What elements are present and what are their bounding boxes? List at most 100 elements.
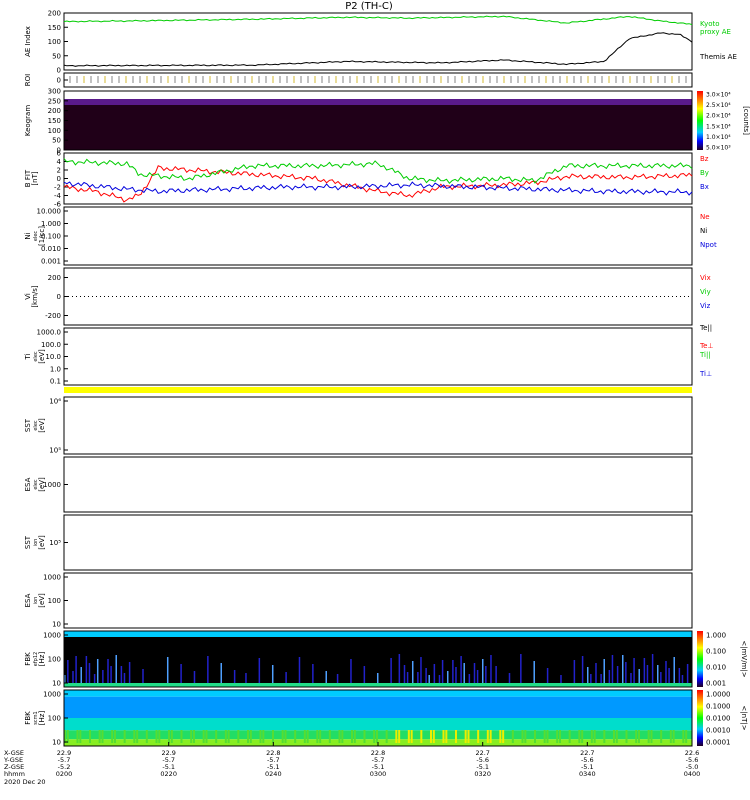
fbk_b-ytick-label: 100: [48, 715, 61, 723]
keogram-ytick-label: 150: [48, 117, 61, 125]
fbk-b-burst: [486, 730, 489, 743]
keogram-ylabel: Keogram: [24, 105, 32, 136]
fbk-e-burst: [220, 663, 222, 683]
temperature-ytick-label: 10.0: [45, 353, 61, 361]
fbk-e-burst: [533, 661, 535, 683]
temperature-ytick-label: 1.0: [50, 365, 61, 373]
fbk-e-burst: [406, 672, 409, 683]
fbk-e-burst: [452, 660, 454, 683]
fbk-e-burst: [85, 656, 88, 683]
fbk-e-burst: [586, 667, 589, 683]
fbk-b-burst: [373, 730, 376, 743]
fbk-e-burst: [336, 674, 339, 683]
fbk-e-colorbar-tick: 0.001: [706, 680, 726, 688]
keogram-colorbar-tick: 1.0×10⁴: [706, 134, 731, 141]
sst_ion-ylabel: SST: [24, 535, 32, 549]
fbk-e-burst: [686, 664, 689, 683]
fbk-b-burst: [635, 730, 638, 743]
fbk-e-burst: [350, 659, 352, 683]
fbk-b-burst: [262, 730, 265, 743]
sst_elec-unit: [eV]: [38, 418, 46, 433]
fbk-b-burst: [650, 730, 653, 743]
velocity-unit: [km/s]: [31, 285, 39, 308]
density-ytick-label: 1.000: [41, 220, 61, 228]
fbk-e-burst: [207, 656, 209, 683]
fbk-b-burst: [511, 730, 514, 743]
fbk-b-colorbar-label-group: <|nT|>: [740, 705, 748, 730]
bfield-legend-item: By: [700, 169, 709, 177]
fbk-b-burst: [429, 730, 432, 743]
esa_ion-unit: [eV]: [38, 593, 46, 608]
fbk-e-burst: [398, 654, 401, 683]
fbk-b-burst: [521, 730, 524, 743]
fbk-b-burst: [350, 730, 353, 743]
fbk-b-burst: [316, 730, 319, 743]
keogram-colorbar-tick: 2.5×10⁴: [706, 102, 731, 109]
fbk-b-burst: [123, 730, 126, 743]
fbk-b-burst: [543, 730, 546, 743]
fbk-b-burst: [192, 730, 195, 743]
fbk-e-burst: [441, 660, 444, 683]
fbk-b-burst: [133, 730, 136, 743]
fbk-b-colorbar: [697, 690, 703, 746]
fbk-e-burst: [468, 674, 471, 683]
fbk-b-burst: [375, 730, 378, 743]
fbk-e-burst: [625, 662, 627, 683]
bfield-ytick-label: 6: [57, 150, 62, 158]
fbk-b-burst: [202, 730, 205, 743]
fbk-b-burst: [546, 730, 549, 743]
fbk-b-burst: [246, 730, 249, 743]
esa_elec-ytick-label: 1000: [43, 481, 61, 489]
fbk-e-burst: [611, 655, 614, 683]
fbk-b-burst: [158, 730, 161, 743]
sst_elec-ytick-label: 10⁶: [49, 398, 61, 406]
velocity-legend-item: Viz: [700, 302, 711, 310]
ae-ytick-label: 100: [48, 38, 61, 46]
fbk-b-burst: [66, 730, 69, 743]
fbk-b-burst: [502, 730, 505, 743]
sst_elec-frame: [63, 396, 693, 455]
bfield-legend-item: Bx: [700, 183, 709, 191]
fbk-e-burst: [258, 658, 261, 683]
fbk-e-colorbar: [697, 631, 703, 687]
fbk-e-burst: [573, 660, 576, 683]
fbk-b-burst: [533, 730, 536, 743]
fbk-b-burst: [237, 730, 240, 743]
mode-bar: [64, 387, 692, 393]
esa_ion-ylabel-group: ESA ion [eV]: [24, 593, 46, 608]
fbk-e-burst: [180, 664, 182, 683]
keogram-ytick-label: 300: [48, 88, 61, 96]
fbk-e-burst: [630, 673, 632, 683]
fbk-b-burst: [145, 730, 148, 743]
esa_ion-frame: [63, 572, 693, 629]
esa_ion-ytick-label: 100: [48, 597, 61, 605]
fbk-e-burst: [621, 655, 624, 683]
velocity-ytick-label: 200: [48, 274, 61, 282]
fbk-b-burst: [79, 730, 82, 743]
fbk-e-colorbar-label: <|mV/m|>: [740, 640, 748, 677]
fbk-e-burst: [485, 666, 487, 683]
fbk-e-burst: [115, 655, 117, 683]
fbk-e-burst: [425, 668, 427, 683]
xaxis-row-label: 2020 Dec 20: [4, 778, 46, 786]
fbk-e-burst: [363, 666, 366, 683]
fbk-b-burst: [578, 730, 581, 743]
fbk-b-burst: [590, 730, 593, 743]
fbk-b-burst: [98, 730, 101, 743]
keogram-band: [64, 99, 692, 105]
fbk-b-burst: [155, 730, 158, 743]
xaxis-tick-label: 0240: [265, 770, 282, 778]
fbk-b-burst: [603, 730, 606, 743]
fbk-b-burst: [407, 730, 410, 743]
fbk-b-burst: [558, 730, 561, 743]
velocity-ytick-label: -200: [45, 312, 61, 320]
fbk-b-burst: [385, 730, 388, 743]
fbk-b-burst: [464, 730, 467, 743]
fbk-b-burst: [445, 730, 448, 743]
fbk-b-burst: [338, 730, 341, 743]
fbk-e-burst: [608, 670, 611, 683]
fbk-e-burst: [298, 657, 301, 683]
fbk-b-burst: [593, 730, 596, 743]
keogram-ytick-label: 200: [48, 107, 61, 115]
velocity-ytick-label: 0: [57, 293, 61, 301]
